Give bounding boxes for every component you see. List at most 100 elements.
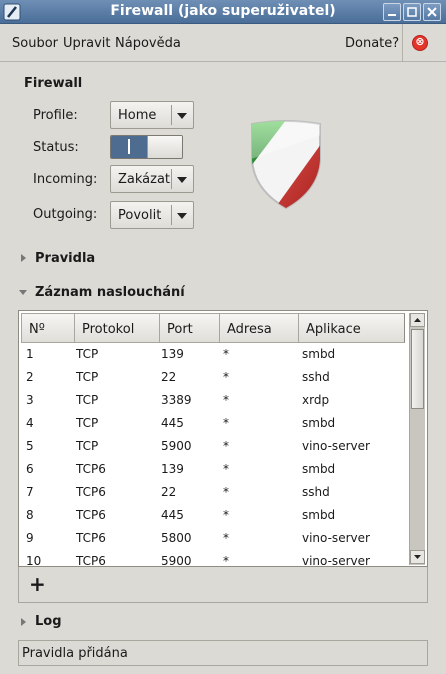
table-cell: smbd	[302, 416, 336, 430]
donate-link[interactable]: Donate?	[345, 36, 399, 51]
log-expander[interactable]: Log	[35, 614, 62, 629]
table-cell: *	[223, 370, 229, 384]
menu-edit[interactable]: Upravit	[63, 36, 110, 51]
minimize-button[interactable]	[383, 3, 401, 21]
table-row[interactable]: 4 TCP 445 * smbd	[21, 412, 405, 435]
status-label: Status:	[33, 140, 79, 155]
table-row[interactable]: 8 TCP6 445 * smbd	[21, 504, 405, 527]
incoming-value: Zakázat	[118, 172, 171, 187]
chevron-down-icon	[177, 213, 187, 219]
table-cell: *	[223, 508, 229, 522]
rules-expander[interactable]: Pravidla	[35, 251, 95, 266]
profile-value: Home	[118, 108, 157, 123]
column-header[interactable]: Port	[159, 313, 220, 343]
add-rule-button[interactable]: +	[29, 572, 46, 596]
table-cell: *	[223, 485, 229, 499]
table-cell: 445	[161, 508, 184, 522]
table-cell: 9	[26, 531, 34, 545]
close-button[interactable]	[423, 3, 441, 21]
maximize-button[interactable]	[403, 3, 421, 21]
table-cell: 6	[26, 462, 34, 476]
vertical-scrollbar[interactable]	[409, 313, 425, 565]
chevron-down-icon	[177, 177, 187, 183]
incoming-label: Incoming:	[33, 172, 98, 187]
table-header: Nº Protokol Port Adresa Aplikace	[21, 313, 405, 343]
profile-label: Profile:	[33, 108, 78, 123]
column-header[interactable]: Adresa	[219, 313, 299, 343]
table-row[interactable]: 3 TCP 3389 * xrdp	[21, 389, 405, 412]
table-row[interactable]: 10 TCP6 5900 * vino-server	[21, 550, 405, 567]
table-cell: 10	[26, 554, 42, 567]
status-bar: Pravidla přidána	[18, 640, 428, 666]
chevron-right-icon	[21, 254, 26, 262]
table-cell: 5900	[161, 439, 192, 453]
incoming-select[interactable]: Zakázat	[110, 165, 194, 193]
outgoing-label: Outgoing:	[33, 207, 98, 222]
status-toggle[interactable]	[110, 135, 183, 159]
table-cell: xrdp	[302, 393, 330, 407]
table-cell: sshd	[302, 370, 330, 384]
table-cell: 22	[161, 370, 177, 384]
table-cell: 3389	[161, 393, 192, 407]
listening-expander[interactable]: Záznam naslouchání	[35, 285, 185, 300]
table-cell: TCP6	[76, 531, 106, 545]
table-cell: 7	[26, 485, 34, 499]
table-row[interactable]: 6 TCP6 139 * smbd	[21, 458, 405, 481]
table-cell: 2	[26, 370, 34, 384]
title-bar: Firewall (jako superuživatel)	[0, 0, 446, 24]
scroll-down-button[interactable]	[410, 550, 425, 564]
table-cell: 8	[26, 508, 34, 522]
table-cell: 3	[26, 393, 34, 407]
table-cell: *	[223, 554, 229, 567]
table-cell: vino-server	[302, 439, 370, 453]
table-cell: 5800	[161, 531, 192, 545]
table-cell: TCP6	[76, 508, 106, 522]
scroll-thumb[interactable]	[411, 329, 424, 409]
table-row[interactable]: 5 TCP 5900 * vino-server	[21, 435, 405, 458]
table-cell: *	[223, 416, 229, 430]
table-cell: 22	[161, 485, 177, 499]
table-cell: TCP6	[76, 485, 106, 499]
table-cell: *	[223, 439, 229, 453]
quit-icon[interactable]: ⊗	[412, 35, 428, 51]
table-cell: TCP	[76, 439, 99, 453]
close-icon	[427, 7, 437, 17]
table-cell: 139	[161, 462, 184, 476]
listening-table: Nº Protokol Port Adresa Aplikace 1 TCP 139…	[18, 310, 428, 567]
table-cell: 5900	[161, 554, 192, 567]
table-cell: smbd	[302, 508, 336, 522]
chevron-down-icon	[177, 113, 187, 119]
table-cell: TCP6	[76, 462, 106, 476]
scroll-up-button[interactable]	[410, 313, 425, 327]
table-row[interactable]: 9 TCP6 5800 * vino-server	[21, 527, 405, 550]
table-cell: 139	[161, 347, 184, 361]
column-header[interactable]: Protokol	[74, 313, 160, 343]
menu-file[interactable]: Soubor	[12, 36, 58, 51]
maximize-icon	[407, 7, 417, 17]
outgoing-value: Povolit	[118, 208, 162, 223]
column-header[interactable]: Aplikace	[298, 313, 405, 343]
menu-help[interactable]: Nápověda	[115, 36, 181, 51]
table-row[interactable]: 2 TCP 22 * sshd	[21, 366, 405, 389]
menu-divider	[402, 24, 403, 62]
profile-select[interactable]: Home	[110, 101, 194, 129]
table-row[interactable]: 1 TCP 139 * smbd	[21, 343, 405, 366]
table-cell: *	[223, 531, 229, 545]
table-row[interactable]: 7 TCP6 22 * sshd	[21, 481, 405, 504]
table-cell: smbd	[302, 462, 336, 476]
table-cell: vino-server	[302, 531, 370, 545]
table-cell: smbd	[302, 347, 336, 361]
table-cell: 445	[161, 416, 184, 430]
table-cell: 1	[26, 347, 34, 361]
outgoing-select[interactable]: Povolit	[110, 201, 194, 229]
shield-logo-icon	[251, 120, 321, 210]
table-cell: *	[223, 393, 229, 407]
minimize-icon	[388, 14, 396, 16]
status-text: Pravidla přidána	[22, 646, 128, 661]
table-cell: TCP	[76, 347, 99, 361]
table-toolbar: +	[18, 567, 428, 603]
table-cell: TCP	[76, 416, 99, 430]
firewall-heading: Firewall	[24, 76, 83, 91]
table-cell: *	[223, 347, 229, 361]
column-header[interactable]: Nº	[21, 313, 75, 343]
